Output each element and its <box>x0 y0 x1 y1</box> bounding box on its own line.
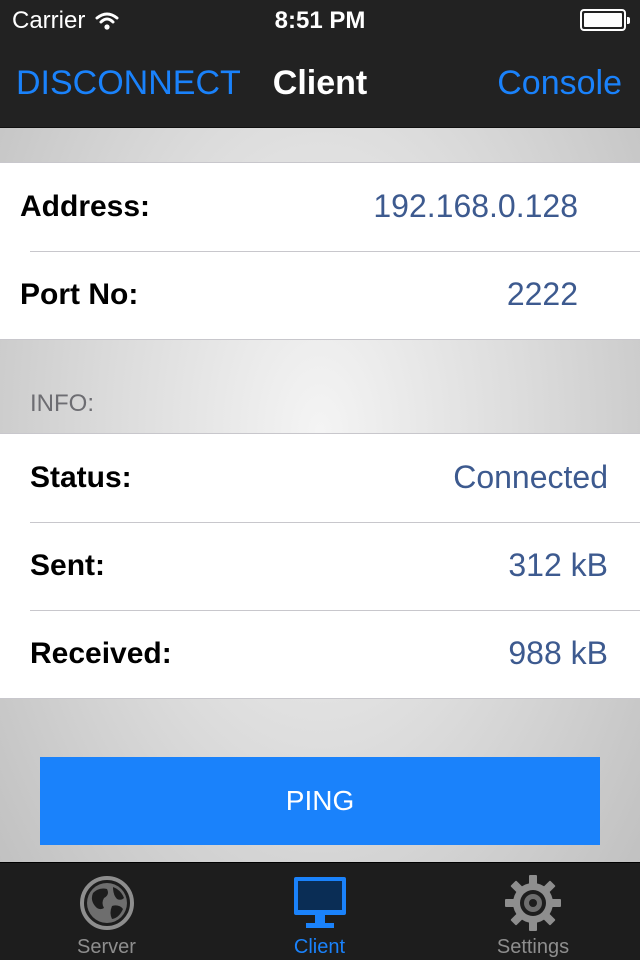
port-label: Port No: <box>20 278 139 311</box>
console-button[interactable]: Console <box>497 64 622 103</box>
tab-settings-label: Settings <box>496 936 570 958</box>
received-value: 988 kB <box>508 635 608 671</box>
tab-server-label: Server <box>77 936 136 958</box>
info-section-header: INFO: <box>30 390 94 417</box>
tab-bar: Server Client Settings <box>0 862 640 960</box>
clock: 8:51 PM <box>274 7 366 34</box>
globe-icon <box>79 876 134 930</box>
tab-settings[interactable]: Settings <box>426 863 640 960</box>
address-label: Address: <box>20 190 151 223</box>
tab-server[interactable]: Server <box>0 863 213 960</box>
status-value: Connected <box>453 459 608 495</box>
ping-button[interactable]: PING <box>40 757 600 845</box>
received-label: Received: <box>30 637 172 670</box>
connection-group: Address: 192.168.0.128 Port No: 2222 <box>0 162 640 340</box>
port-row[interactable]: Port No: 2222 <box>0 251 640 339</box>
tab-client-label: Client <box>293 936 346 958</box>
sent-label: Sent: <box>30 549 105 582</box>
status-bar: Carrier 8:51 PM <box>0 0 640 40</box>
sent-row: Sent: 312 kB <box>0 522 640 610</box>
sent-value: 312 kB <box>508 547 608 583</box>
gear-icon <box>505 875 561 931</box>
navigation-bar: DISCONNECT Client Console <box>0 40 640 128</box>
battery-icon <box>580 9 630 31</box>
disconnect-button[interactable]: DISCONNECT <box>16 64 241 103</box>
info-group: Status: Connected Sent: 312 kB Received:… <box>0 433 640 699</box>
address-row[interactable]: Address: 192.168.0.128 <box>0 163 640 251</box>
port-value: 2222 <box>506 276 578 312</box>
monitor-icon <box>293 877 346 928</box>
status-label: Status: <box>30 461 132 494</box>
address-value: 192.168.0.128 <box>373 188 578 224</box>
received-row: Received: 988 kB <box>0 610 640 698</box>
page-title: Client <box>272 64 368 102</box>
status-row: Status: Connected <box>0 434 640 522</box>
tab-client[interactable]: Client <box>213 863 426 960</box>
